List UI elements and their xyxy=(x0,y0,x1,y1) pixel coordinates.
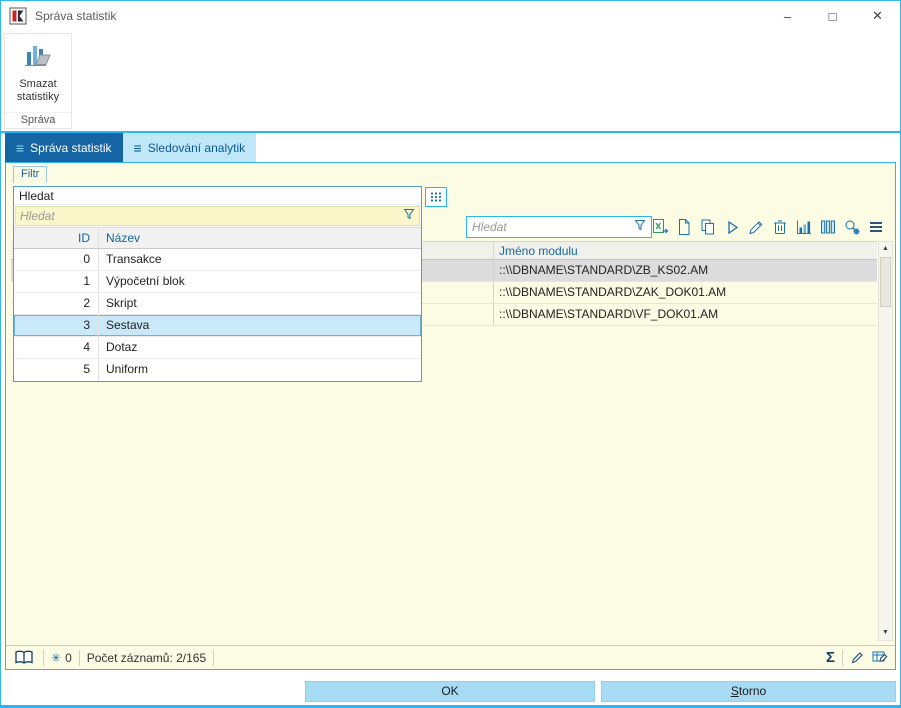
separator xyxy=(43,649,44,666)
filter-panel-label: Filtr xyxy=(13,166,48,183)
filter-row-dotaz[interactable]: 4 Dotaz xyxy=(14,337,421,359)
ribbon-group-label: Správa xyxy=(5,112,71,128)
filter-row-vypocetni-blok[interactable]: 1 Výpočetní blok xyxy=(14,271,421,293)
ok-button[interactable]: OK xyxy=(305,681,595,702)
app-logo-icon xyxy=(9,7,27,25)
filter-search-input[interactable]: Hledat xyxy=(15,206,420,226)
record-count: Počet záznamů: 2/165 xyxy=(86,650,207,665)
filter-row-transakce[interactable]: 0 Transakce xyxy=(14,249,421,271)
grid-toolbar xyxy=(649,216,887,238)
window: Správa statistik – □ ✕ Smazat statistiky… xyxy=(0,0,901,708)
filter-dropdown: Hledat Hledat ID Název 0 Transakce 1 Výp… xyxy=(13,186,422,382)
tabbar: ≡ Správa statistik ≡ Sledování analytik xyxy=(1,133,900,162)
module-name: ::\\DBNAME\STANDARD\ZAK_DOK01.AM xyxy=(499,285,727,299)
list-menu-icon: ≡ xyxy=(133,139,142,156)
delete-button[interactable] xyxy=(769,216,791,238)
scroll-down-arrow-icon[interactable]: ▼ xyxy=(879,626,892,640)
search-input[interactable]: Hledat xyxy=(466,216,652,238)
titlebar: Správa statistik – □ ✕ xyxy=(1,1,900,31)
filter-options-button[interactable] xyxy=(425,187,447,207)
run-icon xyxy=(728,220,739,235)
maximize-button[interactable]: □ xyxy=(810,1,855,31)
pending-count-value: 0 xyxy=(65,650,72,665)
column-nazev[interactable]: Název xyxy=(98,228,421,248)
separator xyxy=(78,649,80,666)
open-book-icon xyxy=(15,650,33,664)
tab-sprava-statistik[interactable]: ≡ Správa statistik xyxy=(5,133,123,162)
separator xyxy=(842,649,843,666)
filter-search-placeholder: Hledat xyxy=(20,209,55,223)
sum-button[interactable]: Σ xyxy=(826,650,835,665)
search-settings-icon xyxy=(845,220,860,235)
filter-row-skript[interactable]: 2 Skript xyxy=(14,293,421,315)
edit-record-button[interactable] xyxy=(850,650,865,665)
tab-label: Správa statistik xyxy=(30,140,112,155)
window-title: Správa statistik xyxy=(35,9,117,23)
bar-chart-button[interactable] xyxy=(793,216,815,238)
delete-statistics-button[interactable]: Smazat statistiky xyxy=(5,34,71,112)
tab-label: Sledování analytik xyxy=(147,140,246,155)
columns-icon xyxy=(821,220,836,234)
minimize-button[interactable]: – xyxy=(765,1,810,31)
scrollbar-thumb[interactable] xyxy=(880,257,891,307)
edit-table-button[interactable] xyxy=(872,650,889,665)
snowflake-icon: ✳ xyxy=(51,650,62,665)
book-view-button[interactable] xyxy=(12,649,36,667)
storno-button[interactable]: Storno xyxy=(601,681,896,702)
table-edit-icon xyxy=(872,651,888,662)
pencil-icon xyxy=(851,652,863,664)
module-name: ::\\DBNAME\STANDARD\ZB_KS02.AM xyxy=(499,263,709,277)
filter-type-table: ID Název 0 Transakce 1 Výpočetní blok 2 … xyxy=(14,227,421,381)
dots-grid-icon xyxy=(430,192,442,202)
hamburger-menu-icon xyxy=(870,222,882,232)
content-panel: Filtr Hledat Jméno modulu::\\DBNAME\STA… xyxy=(5,162,896,670)
delete-statistics-icon xyxy=(22,40,54,75)
export-excel-icon xyxy=(653,219,669,234)
column-id[interactable]: ID xyxy=(14,228,98,248)
copy-button[interactable] xyxy=(697,216,719,238)
filter-combobox[interactable]: Hledat xyxy=(14,187,421,205)
close-button[interactable]: ✕ xyxy=(855,1,900,31)
ribbon: Smazat statistiky Správa xyxy=(1,31,900,131)
scroll-up-arrow-icon[interactable]: ▲ xyxy=(879,242,892,256)
search-placeholder: Hledat xyxy=(472,220,507,234)
filter-funnel-icon xyxy=(634,218,646,236)
edit-button[interactable] xyxy=(745,216,767,238)
new-document-icon xyxy=(679,219,690,235)
run-button[interactable] xyxy=(721,216,743,238)
filter-row-sestava-selected[interactable]: 3 Sestava xyxy=(14,315,421,337)
filter-funnel-icon xyxy=(403,207,415,225)
trash-icon xyxy=(774,220,786,234)
filter-table-header: ID Název xyxy=(14,227,421,249)
ribbon-group-sprava: Smazat statistiky Správa xyxy=(4,33,72,129)
columns-button[interactable] xyxy=(817,216,839,238)
edit-pencil-icon xyxy=(749,221,763,235)
tab-sledovani-analytik[interactable]: ≡ Sledování analytik xyxy=(122,133,257,162)
statusbar: ✳ 0 Počet záznamů: 2/165 Σ xyxy=(6,645,895,669)
bar-chart-icon xyxy=(797,220,811,234)
search-settings-button[interactable] xyxy=(841,216,863,238)
copy-icon xyxy=(701,219,714,235)
grid-column-jmeno-modulu[interactable]: Jméno modulu xyxy=(494,242,877,259)
menu-button[interactable] xyxy=(865,216,887,238)
vertical-scrollbar[interactable]: ▲ ▼ xyxy=(878,241,893,641)
export-excel-button[interactable] xyxy=(649,216,671,238)
pending-counter: ✳ 0 xyxy=(51,651,72,665)
filter-row-uniform[interactable]: 5 Uniform xyxy=(14,359,421,381)
delete-statistics-label: Smazat statistiky xyxy=(16,78,60,103)
separator xyxy=(213,649,215,666)
window-controls: – □ ✕ xyxy=(765,1,900,31)
list-menu-icon: ≡ xyxy=(16,139,25,156)
new-document-button[interactable] xyxy=(673,216,695,238)
footer: OK Storno xyxy=(1,670,900,705)
module-name: ::\\DBNAME\STANDARD\VF_DOK01.AM xyxy=(499,307,719,321)
